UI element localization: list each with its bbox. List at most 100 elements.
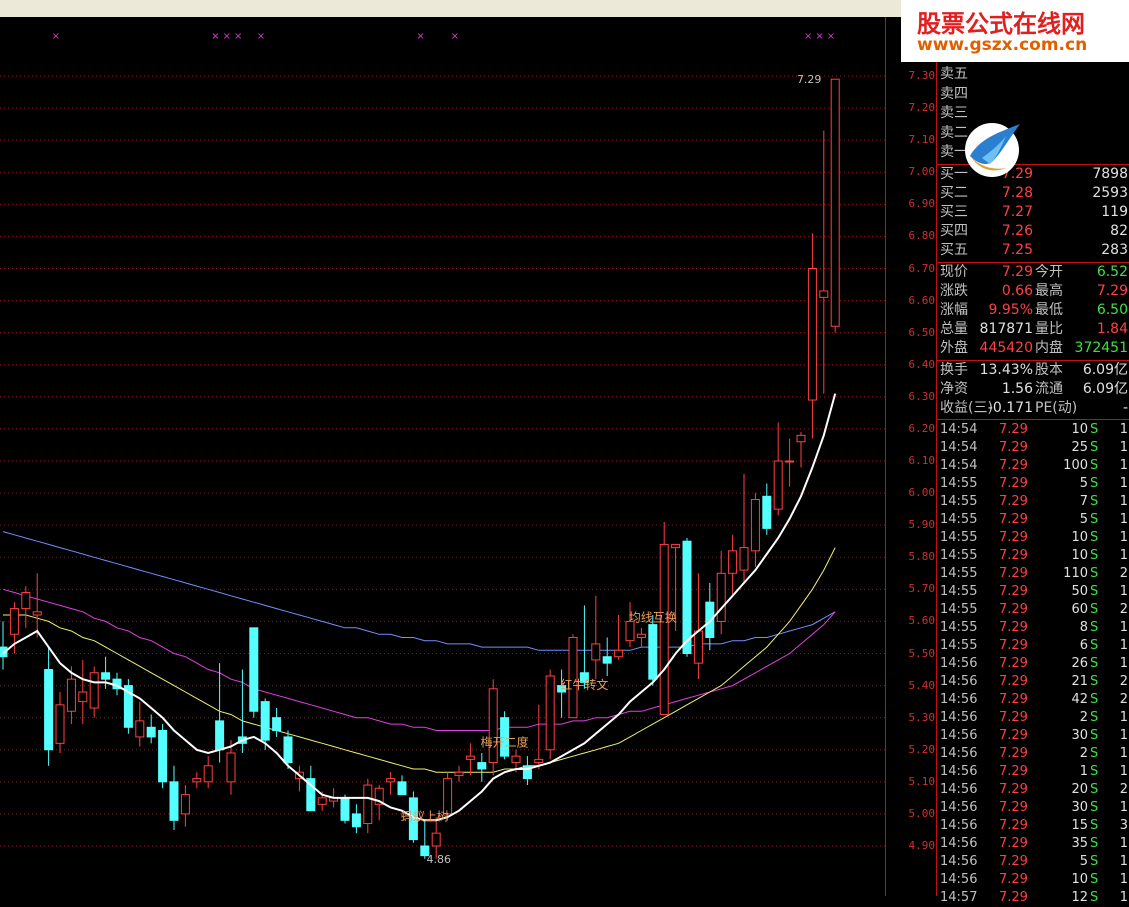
sell-label: 卖五	[940, 66, 968, 82]
stat-label: 涨幅	[940, 301, 968, 318]
y-tick-label: 7.20	[908, 101, 936, 115]
candle-body	[146, 726, 156, 738]
tick-volume: 26	[1071, 656, 1088, 672]
candle-body	[545, 675, 555, 751]
tick-volume: 15	[1071, 818, 1088, 834]
buy-label: 买二	[940, 184, 968, 201]
tick-volume: 7	[1079, 494, 1088, 510]
tick-price: 7.29	[999, 440, 1028, 456]
watermark-banner: 股票公式在线网 www.gszx.com.cn	[901, 0, 1129, 62]
tick-time: 14:56	[940, 746, 978, 762]
info-value: 6.09亿	[1082, 361, 1128, 378]
stat-row: 涨跌 0.66 最高 7.29	[937, 282, 1129, 301]
tick-price: 7.29	[999, 746, 1028, 762]
signal-mark: ×	[827, 31, 835, 42]
y-tick-label: 7.10	[908, 133, 936, 147]
stat-row: 涨幅 9.95% 最低 6.50	[937, 301, 1129, 320]
candle-body	[636, 633, 646, 638]
candle-body	[762, 495, 772, 529]
tick-count: 2	[1119, 674, 1128, 690]
buy-row: 买二 7.28 2593	[937, 184, 1129, 203]
tick-flag: S	[1090, 476, 1099, 492]
tick-row: 14:56 7.29 35 S 1	[937, 835, 1129, 853]
tick-volume: 12	[1071, 890, 1088, 906]
tick-price: 7.29	[999, 458, 1028, 474]
y-tick-label: 5.30	[908, 710, 936, 724]
buy-price: 7.28	[1001, 184, 1033, 201]
bird-logo-icon	[965, 123, 1020, 177]
tick-price: 7.29	[999, 584, 1028, 600]
y-tick-label: 5.90	[908, 518, 936, 532]
buy-label: 买五	[940, 242, 968, 259]
tick-flag: S	[1090, 584, 1099, 600]
tick-volume: 10	[1071, 872, 1088, 888]
stat-value: 817871	[979, 321, 1033, 338]
tick-time: 14:56	[940, 728, 978, 744]
tick-time: 14:55	[940, 530, 978, 546]
tick-time: 14:55	[940, 566, 978, 582]
tick-count: 1	[1119, 764, 1128, 780]
tick-volume: 30	[1071, 800, 1088, 816]
pattern-annotation: 红牛转文	[560, 677, 608, 692]
tick-volume: 100	[1063, 458, 1088, 474]
candle-body	[169, 781, 179, 821]
tick-row: 14:56 7.29 42 S 2	[937, 691, 1129, 709]
buy-volume: 2593	[1092, 184, 1128, 201]
tick-time: 14:56	[940, 764, 978, 780]
tick-time: 14:55	[940, 638, 978, 654]
tick-count: 1	[1119, 836, 1128, 852]
y-tick-label: 7.00	[908, 165, 936, 179]
tick-time: 14:56	[940, 836, 978, 852]
tick-price: 7.29	[999, 872, 1028, 888]
candle-body	[773, 460, 783, 510]
tick-row: 14:56 7.29 5 S 1	[937, 853, 1129, 871]
signal-mark: ×	[52, 31, 60, 42]
stat-value: 6.50	[1096, 301, 1128, 318]
stat-label: 总量	[940, 321, 968, 338]
tick-price: 7.29	[999, 566, 1028, 582]
tick-flag: S	[1090, 818, 1099, 834]
tick-time: 14:55	[940, 584, 978, 600]
buy-price: 7.27	[1001, 203, 1033, 220]
info-row: 收益(三) -0.171 PE(动) -	[937, 399, 1129, 418]
tick-volume: 5	[1079, 512, 1088, 528]
buy-volume: 283	[1101, 242, 1128, 259]
tick-volume: 42	[1071, 692, 1088, 708]
tick-volume: 5	[1079, 476, 1088, 492]
tick-price: 7.29	[999, 782, 1028, 798]
tick-price: 7.29	[999, 818, 1028, 834]
price-axis: 7.30 7.20 7.10 7.00 6.90 6.80 6.70 6.60 6.50 6.40…	[885, 17, 937, 896]
tick-time: 14:55	[940, 494, 978, 510]
tick-time: 14:55	[940, 548, 978, 564]
watermark-url: www.gszx.com.cn	[917, 35, 1088, 55]
stat-label: 外盘	[940, 340, 968, 357]
tick-price: 7.29	[999, 548, 1028, 564]
tick-price: 7.29	[999, 674, 1028, 690]
y-tick-label: 6.00	[908, 486, 936, 500]
tick-count: 2	[1119, 602, 1128, 618]
tick-flag: S	[1090, 782, 1099, 798]
stat-value: 0.66	[1001, 282, 1033, 299]
tick-count: 2	[1119, 782, 1128, 798]
buy-label: 买三	[940, 203, 968, 220]
y-tick-label: 6.60	[908, 293, 936, 307]
tick-time: 14:57	[940, 890, 978, 906]
tick-price: 7.29	[999, 620, 1028, 636]
tick-time: 14:55	[940, 476, 978, 492]
tick-row: 14:55 7.29 8 S 1	[937, 619, 1129, 637]
tick-flag: S	[1090, 854, 1099, 870]
stat-label: 内盘	[1035, 340, 1063, 357]
stat-value: 6.52	[1096, 263, 1128, 280]
tick-row: 14:56 7.29 15 S 3	[937, 817, 1129, 835]
tick-time: 14:56	[940, 674, 978, 690]
y-tick-label: 6.90	[908, 197, 936, 211]
tick-price: 7.29	[999, 836, 1028, 852]
tick-row: 14:54 7.29 100 S 1	[937, 457, 1129, 475]
tick-count: 1	[1119, 530, 1128, 546]
info-value: -	[1122, 399, 1128, 416]
tick-row: 14:57 7.29 12 S 1	[937, 889, 1129, 907]
tick-volume: 110	[1063, 566, 1088, 582]
kline-chart[interactable]: × × × × × × × × × ×蚂蚁上树均线互换红牛转文梅开二度7.294.86	[0, 17, 885, 896]
signal-mark: ×	[223, 31, 231, 42]
candle-body	[705, 601, 715, 638]
